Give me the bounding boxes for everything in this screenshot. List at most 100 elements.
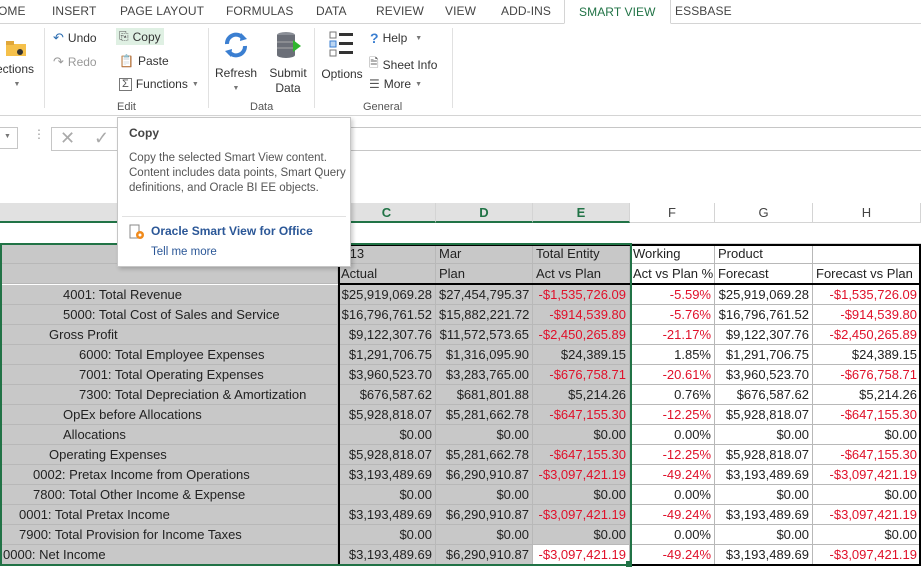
row-label-cell[interactable]: 7800: Total Other Income & Expense xyxy=(0,485,338,505)
value-cell-c[interactable]: $3,193,489.69 xyxy=(338,545,436,565)
value-cell-c[interactable]: $0.00 xyxy=(338,425,436,445)
value-cell-d[interactable]: $6,290,910.87 xyxy=(436,505,533,525)
refresh-button[interactable]: Refresh ▼ xyxy=(213,30,259,96)
row-label-cell[interactable]: Gross Profit xyxy=(0,325,338,345)
value-cell-c[interactable]: $3,960,523.70 xyxy=(338,365,436,385)
header-cell[interactable]: Mar xyxy=(436,244,533,264)
header-cell[interactable]: Act vs Plan % xyxy=(630,264,715,284)
value-cell-e[interactable]: -$3,097,421.19 xyxy=(533,545,630,565)
row-label-cell[interactable]: Allocations xyxy=(0,425,338,445)
value-cell-d[interactable]: $1,316,095.90 xyxy=(436,345,533,365)
value-cell-e[interactable]: -$647,155.30 xyxy=(533,445,630,465)
value-cell-f[interactable]: -21.17% xyxy=(630,325,715,345)
value-cell-h[interactable]: -$3,097,421.19 xyxy=(813,465,921,485)
header-cell[interactable]: Act vs Plan xyxy=(533,264,630,284)
submit-data-button[interactable]: Submit Data xyxy=(265,30,311,96)
value-cell-d[interactable]: $0.00 xyxy=(436,485,533,505)
value-cell-f[interactable]: -12.25% xyxy=(630,445,715,465)
value-cell-e[interactable]: -$2,450,265.89 xyxy=(533,325,630,345)
value-cell-h[interactable]: $0.00 xyxy=(813,425,921,445)
enter-icon[interactable]: ✓ xyxy=(94,128,109,149)
paste-button[interactable]: 📋 Paste xyxy=(119,54,169,68)
name-box[interactable]: ▼ xyxy=(0,127,18,149)
value-cell-f[interactable]: -12.25% xyxy=(630,405,715,425)
more-button[interactable]: ☰ More ▼ xyxy=(369,77,422,91)
tab-page-layout[interactable]: PAGE LAYOUT xyxy=(120,4,204,18)
tab-review[interactable]: REVIEW xyxy=(376,4,424,18)
row-label-cell[interactable]: 0002: Pretax Income from Operations xyxy=(0,465,338,485)
value-cell-d[interactable]: $3,283,765.00 xyxy=(436,365,533,385)
row-label-cell[interactable]: 4001: Total Revenue xyxy=(0,285,338,305)
copy-button[interactable]: ⎘ Copy xyxy=(116,28,164,45)
value-cell-e[interactable]: $0.00 xyxy=(533,425,630,445)
value-cell-f[interactable]: -49.24% xyxy=(630,465,715,485)
functions-button[interactable]: Σ Functions ▼ xyxy=(119,77,199,91)
redo-button[interactable]: ↷ Redo xyxy=(53,54,97,70)
value-cell-c[interactable]: $0.00 xyxy=(338,485,436,505)
value-cell-f[interactable]: 0.00% xyxy=(630,425,715,445)
tab-essbase[interactable]: ESSBASE xyxy=(675,4,732,18)
connections-button[interactable]: ections ▼ xyxy=(0,38,38,92)
value-cell-d[interactable]: $5,281,662.78 xyxy=(436,445,533,465)
value-cell-e[interactable]: -$914,539.80 xyxy=(533,305,630,325)
value-cell-d[interactable]: $681,801.88 xyxy=(436,385,533,405)
row-label-cell[interactable]: 0001: Total Pretax Income xyxy=(0,505,338,525)
value-cell-f[interactable]: 0.00% xyxy=(630,485,715,505)
value-cell-c[interactable]: $16,796,761.52 xyxy=(338,305,436,325)
column-header-d[interactable]: D xyxy=(436,203,533,223)
value-cell-d[interactable]: $27,454,795.37 xyxy=(436,285,533,305)
value-cell-e[interactable]: -$3,097,421.19 xyxy=(533,505,630,525)
row-label-cell[interactable]: OpEx before Allocations xyxy=(0,405,338,425)
value-cell-e[interactable]: -$1,535,726.09 xyxy=(533,285,630,305)
value-cell-d[interactable]: $6,290,910.87 xyxy=(436,545,533,565)
value-cell-h[interactable]: $0.00 xyxy=(813,485,921,505)
value-cell-g[interactable]: $25,919,069.28 xyxy=(715,285,813,305)
value-cell-h[interactable]: $24,389.15 xyxy=(813,345,921,365)
header-cell[interactable]: Working xyxy=(630,244,715,264)
row-label-cell[interactable]: 6000: Total Employee Expenses xyxy=(0,345,338,365)
help-button[interactable]: ? Help ▼ xyxy=(370,30,422,46)
value-cell-f[interactable]: -20.61% xyxy=(630,365,715,385)
options-button[interactable]: Options xyxy=(318,30,366,82)
value-cell-c[interactable]: $25,919,069.28 xyxy=(338,285,436,305)
value-cell-c[interactable]: $5,928,818.07 xyxy=(338,405,436,425)
value-cell-g[interactable]: $3,193,489.69 xyxy=(715,465,813,485)
value-cell-c[interactable]: $676,587.62 xyxy=(338,385,436,405)
value-cell-e[interactable]: $0.00 xyxy=(533,525,630,545)
column-header-g[interactable]: G xyxy=(715,203,813,223)
value-cell-g[interactable]: $16,796,761.52 xyxy=(715,305,813,325)
tab-data[interactable]: DATA xyxy=(316,4,347,18)
row-label-cell[interactable]: 7900: Total Provision for Income Taxes xyxy=(0,525,338,545)
value-cell-h[interactable]: $5,214.26 xyxy=(813,385,921,405)
undo-button[interactable]: ↶ Undo xyxy=(53,30,97,46)
value-cell-g[interactable]: $3,193,489.69 xyxy=(715,545,813,565)
value-cell-g[interactable]: $9,122,307.76 xyxy=(715,325,813,345)
value-cell-c[interactable]: $0.00 xyxy=(338,525,436,545)
value-cell-h[interactable]: $0.00 xyxy=(813,525,921,545)
value-cell-e[interactable]: -$676,758.71 xyxy=(533,365,630,385)
value-cell-f[interactable]: 1.85% xyxy=(630,345,715,365)
value-cell-e[interactable]: $5,214.26 xyxy=(533,385,630,405)
value-cell-c[interactable]: $3,193,489.69 xyxy=(338,465,436,485)
value-cell-h[interactable]: -$3,097,421.19 xyxy=(813,505,921,525)
tell-me-more-link[interactable]: Tell me more xyxy=(151,246,217,258)
tab-smart-view[interactable]: SMART VIEW xyxy=(564,0,671,24)
header-cell[interactable]: Actual xyxy=(338,264,436,284)
value-cell-h[interactable]: -$1,535,726.09 xyxy=(813,285,921,305)
value-cell-g[interactable]: $0.00 xyxy=(715,425,813,445)
value-cell-h[interactable]: -$647,155.30 xyxy=(813,405,921,425)
value-cell-d[interactable]: $5,281,662.78 xyxy=(436,405,533,425)
value-cell-d[interactable]: $0.00 xyxy=(436,525,533,545)
value-cell-d[interactable]: $0.00 xyxy=(436,425,533,445)
value-cell-e[interactable]: $24,389.15 xyxy=(533,345,630,365)
tab-insert[interactable]: INSERT xyxy=(52,4,96,18)
value-cell-h[interactable]: -$914,539.80 xyxy=(813,305,921,325)
column-header-f[interactable]: F xyxy=(630,203,715,223)
header-cell[interactable]: Plan xyxy=(436,264,533,284)
value-cell-g[interactable]: $0.00 xyxy=(715,485,813,505)
header-cell[interactable]: Product xyxy=(715,244,813,264)
value-cell-d[interactable]: $15,882,221.72 xyxy=(436,305,533,325)
fill-handle[interactable] xyxy=(626,561,632,567)
column-header-h[interactable]: H xyxy=(813,203,921,223)
row-label-cell[interactable]: 5000: Total Cost of Sales and Service xyxy=(0,305,338,325)
